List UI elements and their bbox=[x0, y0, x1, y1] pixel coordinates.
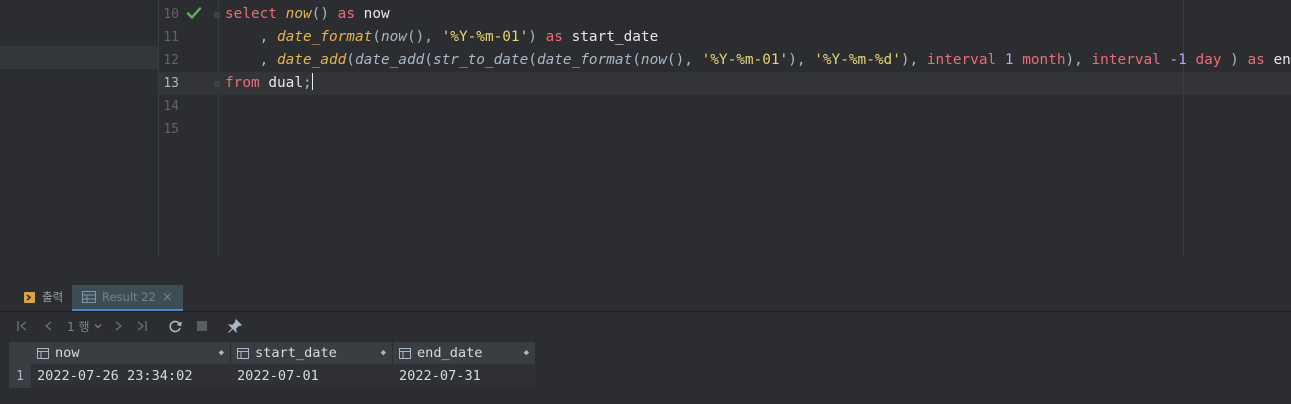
project-panel bbox=[0, 0, 159, 256]
column-header-label: end_date bbox=[417, 345, 483, 361]
keyword: month bbox=[1022, 52, 1066, 68]
punctuation: (), bbox=[666, 52, 702, 68]
refresh-icon[interactable] bbox=[168, 314, 183, 338]
identifier: dual bbox=[268, 75, 303, 91]
stop-icon[interactable] bbox=[196, 314, 208, 338]
current-line-highlight bbox=[159, 72, 1291, 95]
function-name: date_format bbox=[536, 52, 633, 68]
punctuation: ( bbox=[528, 52, 537, 68]
punctuation: (), bbox=[406, 29, 442, 45]
last-page-icon[interactable] bbox=[135, 314, 149, 338]
punctuation: ( bbox=[632, 52, 641, 68]
punctuation: ), bbox=[900, 52, 927, 68]
table-cell[interactable]: 2022-07-26 23:34:02 bbox=[31, 364, 231, 388]
prev-page-icon[interactable] bbox=[42, 314, 56, 338]
check-icon[interactable] bbox=[186, 5, 202, 21]
right-margin-guide bbox=[1183, 0, 1184, 256]
string-literal: '%Y-%m-%d' bbox=[814, 52, 901, 68]
function-name: date_add bbox=[276, 52, 347, 68]
punctuation: ) bbox=[1221, 52, 1248, 68]
line-number: 12 bbox=[163, 53, 179, 68]
punctuation: () bbox=[311, 6, 329, 22]
next-page-icon[interactable] bbox=[111, 314, 125, 338]
keyword: interval bbox=[926, 52, 997, 68]
chevron-down-icon bbox=[94, 324, 101, 329]
close-icon[interactable]: × bbox=[162, 290, 173, 305]
text-caret bbox=[311, 73, 314, 90]
punctuation: ), bbox=[788, 52, 815, 68]
column-header-label: start_date bbox=[255, 345, 337, 361]
sort-icon[interactable]: ◆ bbox=[219, 348, 224, 358]
line-number: 13 bbox=[163, 76, 179, 91]
keyword: as bbox=[1247, 52, 1265, 68]
keyword: as bbox=[545, 29, 563, 45]
code-line-13[interactable]: from dual; bbox=[225, 72, 314, 95]
tab-result-label: Result 22 bbox=[102, 290, 156, 304]
string-literal: '%Y-%m-01' bbox=[701, 52, 789, 68]
identifier: now bbox=[363, 6, 390, 22]
fold-marker-icon[interactable] bbox=[214, 12, 220, 18]
number-literal: -1 bbox=[1169, 52, 1187, 68]
column-header-label: now bbox=[55, 345, 80, 361]
keyword: as bbox=[337, 6, 355, 22]
services-panel: 출력 Result 22 × 1 행 now ◆ start_date ◆ en… bbox=[0, 256, 1291, 404]
row-count-dropdown[interactable]: 1 행 bbox=[67, 314, 103, 338]
keyword: select bbox=[225, 6, 277, 22]
function-name: str_to_date bbox=[432, 52, 529, 68]
keyword: from bbox=[225, 75, 260, 91]
punctuation: ; bbox=[302, 75, 312, 91]
function-name: date_add bbox=[354, 52, 425, 68]
line-number: 11 bbox=[163, 30, 179, 45]
tab-output-label: 출력 bbox=[42, 290, 64, 304]
column-header-now[interactable]: now ◆ bbox=[31, 342, 231, 364]
panel-highlight-row bbox=[0, 46, 158, 69]
punctuation: , bbox=[259, 29, 277, 45]
function-name: date_format bbox=[276, 29, 373, 45]
identifier: end_date bbox=[1273, 52, 1291, 68]
function-name: now bbox=[380, 29, 407, 45]
line-number: 14 bbox=[163, 99, 179, 114]
table-cell[interactable]: 2022-07-01 bbox=[231, 364, 393, 388]
column-icon bbox=[37, 347, 49, 359]
column-icon bbox=[399, 347, 411, 359]
column-header-start-date[interactable]: start_date ◆ bbox=[231, 342, 393, 364]
results-toolbar: 1 행 bbox=[0, 314, 1291, 338]
first-page-icon[interactable] bbox=[15, 314, 29, 338]
function-name: now bbox=[640, 52, 667, 68]
tab-result[interactable]: Result 22 × bbox=[72, 285, 183, 311]
punctuation: ( bbox=[372, 29, 381, 45]
keyword: interval bbox=[1091, 52, 1161, 68]
sort-icon[interactable]: ◆ bbox=[524, 348, 529, 358]
number-literal: 1 bbox=[1004, 52, 1014, 68]
code-line-11[interactable]: , date_format(now(), '%Y-%m-01') as star… bbox=[225, 26, 659, 49]
table-icon bbox=[82, 291, 96, 303]
code-line-12[interactable]: , date_add(date_add(str_to_date(date_for… bbox=[225, 49, 1291, 72]
grid-corner bbox=[9, 342, 31, 364]
keyword: day bbox=[1195, 52, 1222, 68]
code-line-10[interactable]: select now() as now bbox=[225, 3, 390, 26]
row-number[interactable]: 1 bbox=[9, 364, 31, 388]
sort-icon[interactable]: ◆ bbox=[381, 348, 386, 358]
punctuation: ( bbox=[346, 52, 355, 68]
tab-bar: 출력 Result 22 × bbox=[0, 283, 1291, 312]
identifier: start_date bbox=[571, 29, 659, 45]
punctuation: ) bbox=[528, 29, 546, 45]
line-number: 10 bbox=[163, 7, 179, 22]
output-icon bbox=[24, 291, 35, 303]
fold-marker-icon[interactable] bbox=[214, 81, 220, 87]
punctuation: ), bbox=[1065, 52, 1092, 68]
function-name: now bbox=[285, 6, 312, 22]
row-count-label: 1 행 bbox=[67, 319, 90, 334]
line-number: 15 bbox=[163, 122, 179, 137]
table-cell[interactable]: 2022-07-31 bbox=[393, 364, 536, 388]
tab-output[interactable]: 출력 bbox=[13, 285, 73, 309]
column-icon bbox=[237, 347, 249, 359]
column-header-end-date[interactable]: end_date ◆ bbox=[393, 342, 536, 364]
pin-icon[interactable] bbox=[227, 314, 242, 338]
punctuation: , bbox=[259, 52, 277, 68]
string-literal: '%Y-%m-01' bbox=[441, 29, 529, 45]
punctuation: ( bbox=[424, 52, 433, 68]
